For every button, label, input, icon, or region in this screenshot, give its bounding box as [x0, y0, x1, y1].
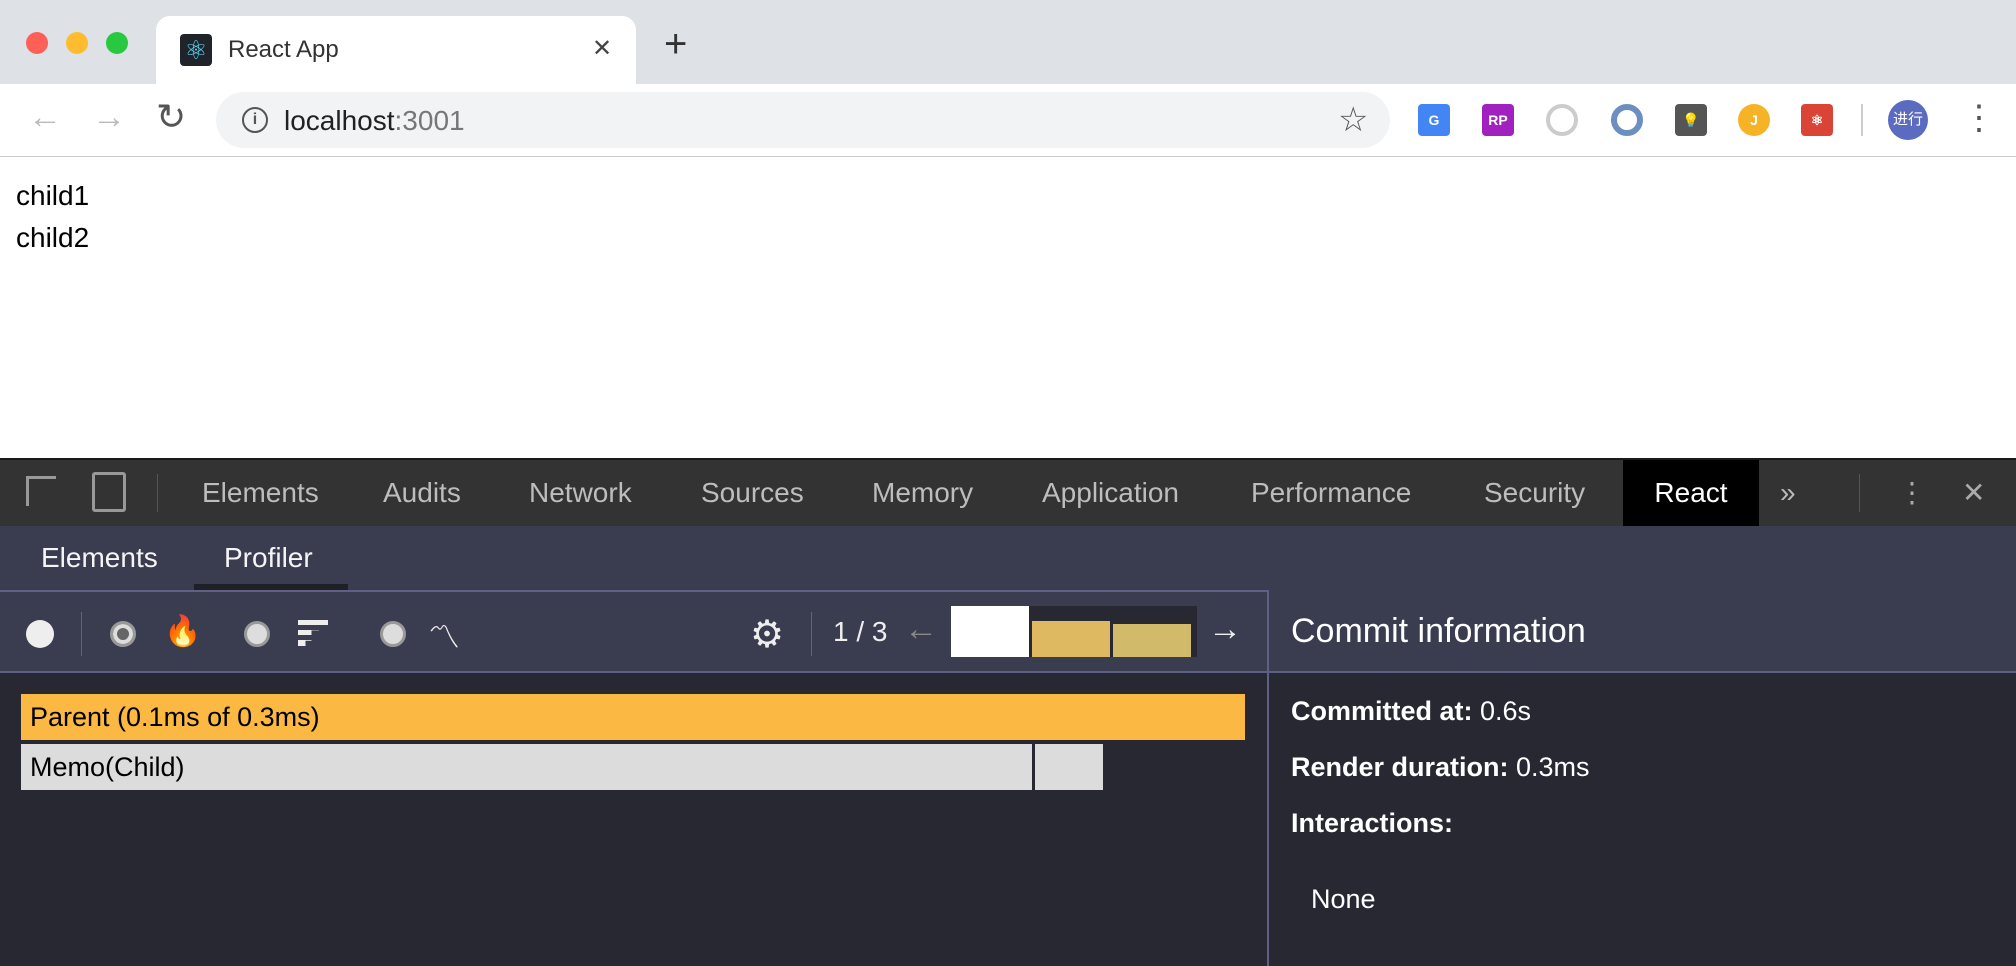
next-commit-button[interactable]: → — [1208, 610, 1242, 649]
interactions-radio[interactable] — [380, 621, 406, 647]
subtab-profiler[interactable]: Profiler — [224, 542, 313, 574]
reload-button[interactable]: ↻ — [156, 96, 186, 138]
url-host: localhost — [284, 105, 395, 136]
react-devtools-extension-icon[interactable]: ⚛ — [1801, 104, 1833, 136]
profile-avatar[interactable]: 进行 — [1888, 100, 1928, 140]
back-button[interactable]: ← — [28, 98, 62, 137]
close-window-button[interactable] — [26, 32, 48, 54]
previous-commit-button[interactable]: ← — [904, 610, 938, 649]
committed-at: Committed at: 0.6s — [1291, 696, 1531, 727]
subtab-elements[interactable]: Elements — [41, 542, 158, 574]
device-toolbar-icon[interactable] — [92, 472, 126, 512]
bookmark-star-icon[interactable]: ☆ — [1338, 100, 1368, 140]
bulb-extension-icon[interactable]: 💡 — [1675, 104, 1707, 136]
tab-network[interactable]: Network — [529, 460, 632, 526]
commit-counter: 1 / 3 — [833, 616, 888, 647]
close-tab-button[interactable]: ✕ — [592, 34, 612, 63]
render-duration-value: 0.3ms — [1508, 752, 1590, 782]
axure-rp-icon[interactable]: RP — [1482, 104, 1514, 136]
circle-extension-icon[interactable] — [1546, 104, 1578, 136]
committed-at-value: 0.6s — [1472, 696, 1532, 726]
flamegraph-radio[interactable] — [110, 621, 136, 647]
tab-security[interactable]: Security — [1484, 460, 1585, 526]
google-translate-icon[interactable]: G — [1418, 104, 1450, 136]
toolbar: ← → ↻ i localhost:3001 ☆ G RP 💡 J ⚛ 进行 ⋮ — [0, 84, 2016, 157]
flame-chart-icon[interactable]: 🔥 — [164, 614, 201, 649]
ranked-radio[interactable] — [244, 621, 270, 647]
interactions-chart-icon[interactable]: 〽 — [428, 612, 460, 658]
divider — [157, 474, 158, 512]
settings-gear-icon[interactable]: ⚙ — [750, 612, 784, 657]
commit-selector[interactable] — [951, 606, 1197, 657]
devtools-tab-bar: Elements Audits Network Sources Memory A… — [0, 458, 2016, 526]
devtools-menu-icon[interactable]: ⋮ — [1898, 460, 1926, 526]
info-icon[interactable]: i — [242, 107, 268, 133]
render-duration: Render duration: 0.3ms — [1291, 752, 1590, 783]
tab-performance[interactable]: Performance — [1251, 460, 1411, 526]
tab-title: React App — [228, 36, 339, 63]
minimize-window-button[interactable] — [66, 32, 88, 54]
ranked-chart-icon[interactable] — [298, 620, 328, 646]
maximize-window-button[interactable] — [106, 32, 128, 54]
new-tab-button[interactable]: + — [664, 22, 687, 67]
divider — [1859, 474, 1860, 512]
tab-application[interactable]: Application — [1042, 460, 1179, 526]
page-content: child1 child2 — [0, 158, 2016, 458]
menu-icon[interactable]: ⋮ — [1962, 98, 1996, 138]
inspect-element-icon[interactable] — [26, 476, 56, 506]
profiler-toolbar: 🔥 〽 ⚙ 1 / 3 ← → — [0, 590, 1267, 673]
child1-text: child1 — [16, 180, 90, 211]
tab-audits[interactable]: Audits — [383, 460, 461, 526]
ring-extension-icon[interactable] — [1611, 104, 1643, 136]
divider — [1861, 104, 1863, 136]
flamegraph: Parent (0.1ms of 0.3ms) Memo(Child) — [0, 673, 1267, 966]
react-subtabs: Elements Profiler — [0, 526, 2016, 590]
commit-info-title: Commit information — [1269, 590, 2016, 673]
url-port: :3001 — [394, 105, 465, 136]
browser-tab[interactable]: ⚛ React App ✕ — [156, 16, 636, 84]
address-bar[interactable]: i localhost:3001 ☆ — [216, 92, 1390, 148]
commit-bar-3[interactable] — [1113, 624, 1191, 657]
react-favicon-icon: ⚛ — [180, 34, 212, 66]
flame-node-memo-child[interactable]: Memo(Child) — [21, 744, 1032, 790]
tab-elements[interactable]: Elements — [202, 460, 319, 526]
divider — [811, 612, 812, 656]
tab-memory[interactable]: Memory — [872, 460, 973, 526]
interactions-label: Interactions: — [1291, 808, 1454, 838]
child2-text: child2 — [16, 222, 90, 253]
yellow-gear-extension-icon[interactable]: J — [1738, 104, 1770, 136]
close-devtools-button[interactable]: ✕ — [1962, 460, 1985, 526]
flame-node-parent[interactable]: Parent (0.1ms of 0.3ms) — [21, 694, 1245, 740]
commit-bar-1[interactable] — [951, 606, 1029, 657]
record-button[interactable] — [26, 620, 54, 648]
commit-bar-2[interactable] — [1032, 621, 1110, 657]
committed-at-label: Committed at: — [1291, 696, 1473, 726]
tab-strip: ⚛ React App ✕ + — [0, 0, 2016, 84]
commit-info-panel: Commit information Committed at: 0.6s Re… — [1267, 590, 2016, 966]
flame-node-child[interactable] — [1035, 744, 1103, 790]
forward-button[interactable]: → — [92, 98, 126, 137]
more-tabs-button[interactable]: » — [1780, 460, 1796, 526]
divider — [81, 612, 82, 656]
tab-sources[interactable]: Sources — [701, 460, 804, 526]
interactions-value: None — [1311, 884, 1376, 914]
render-duration-label: Render duration: — [1291, 752, 1509, 782]
tab-react[interactable]: React — [1623, 460, 1759, 526]
